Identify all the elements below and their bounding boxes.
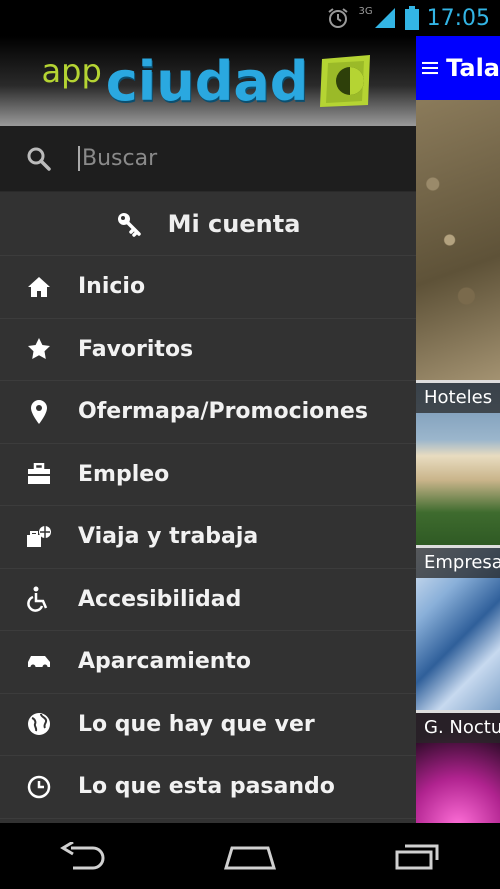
search-input[interactable] <box>78 146 378 171</box>
status-bar: 3G 17:05 <box>0 0 500 36</box>
logo-mark-icon <box>320 55 371 107</box>
drawer-header: app ciudad <box>0 36 416 126</box>
app-logo: app ciudad <box>42 53 375 109</box>
signal-icon <box>374 8 395 28</box>
page-title: Tala <box>446 54 500 82</box>
tile-label: Empresas <box>416 548 500 578</box>
menu-item-label: Aparcamiento <box>78 649 252 675</box>
menu-item-label: Viaja y trabaja <box>78 524 259 550</box>
menu-item-favoritos[interactable]: Favoritos <box>0 319 416 381</box>
network-type: 3G <box>358 6 373 17</box>
search-bar <box>0 126 416 192</box>
home-icon <box>26 274 52 300</box>
menu-item-lo-que-esta-pasando[interactable]: Lo que esta pasando <box>0 756 416 819</box>
menu-item-label: Accesibilidad <box>78 586 242 612</box>
search-icon <box>27 147 51 171</box>
menu-item-ofermapa[interactable]: Ofermapa/Promociones <box>0 381 416 444</box>
logo-ciudad-text: ciudad <box>105 50 309 113</box>
recent-apps-button[interactable] <box>382 831 452 881</box>
key-icon <box>117 212 141 237</box>
action-bar: Tala <box>416 36 500 100</box>
menu-item-lo-que-hay-que-ver[interactable]: Lo que hay que ver <box>0 694 416 756</box>
globe-icon <box>26 711 52 737</box>
tile-hoteles[interactable]: Hoteles <box>416 380 500 545</box>
menu-item-label: Lo que esta pasando <box>78 774 335 800</box>
menu-item-label: Ofermapa/Promociones <box>78 399 368 425</box>
back-icon <box>60 842 105 870</box>
home-button[interactable] <box>215 831 285 881</box>
briefcase-icon <box>26 461 52 487</box>
recent-apps-icon <box>395 844 439 870</box>
travel-icon <box>26 524 52 550</box>
car-icon <box>26 649 52 675</box>
clock-icon <box>26 774 52 800</box>
system-nav-bar <box>0 823 500 889</box>
alarm-icon <box>328 8 349 28</box>
star-icon <box>26 336 52 362</box>
location-pin-icon <box>26 399 52 425</box>
hero-image <box>416 100 500 380</box>
menu-item-aparcamiento[interactable]: Aparcamiento <box>0 631 416 694</box>
clock-time: 17:05 <box>426 5 490 31</box>
back-button[interactable] <box>48 831 118 881</box>
navigation-drawer: app ciudad Mi cuenta Inicio <box>0 36 416 823</box>
menu-item-label: Lo que hay que ver <box>78 711 315 737</box>
menu-item-empleo[interactable]: Empleo <box>0 444 416 506</box>
menu-item-label: Favoritos <box>78 336 194 362</box>
menu-item-viaja[interactable]: Viaja y trabaja <box>0 506 416 569</box>
home-nav-icon <box>223 846 276 870</box>
account-label: Mi cuenta <box>167 209 301 238</box>
battery-icon <box>404 6 419 30</box>
menu-icon[interactable] <box>422 58 439 78</box>
menu-item-accesibilidad[interactable]: Accesibilidad <box>0 569 416 631</box>
wheelchair-icon <box>26 586 52 613</box>
account-button[interactable]: Mi cuenta <box>0 192 416 256</box>
logo-app-text: app <box>41 52 102 90</box>
menu-item-label: Inicio <box>78 274 146 300</box>
menu-item-label: Empleo <box>78 461 170 487</box>
main-content: Tala Hoteles Empresas G. Nocturna <box>416 36 500 823</box>
tile-nocturna[interactable]: G. Nocturna <box>416 710 500 823</box>
tile-empresas[interactable]: Empresas <box>416 545 500 710</box>
tile-label: Hoteles <box>416 383 500 413</box>
menu-item-inicio[interactable]: Inicio <box>0 256 416 319</box>
tile-label: G. Nocturna <box>416 713 500 743</box>
